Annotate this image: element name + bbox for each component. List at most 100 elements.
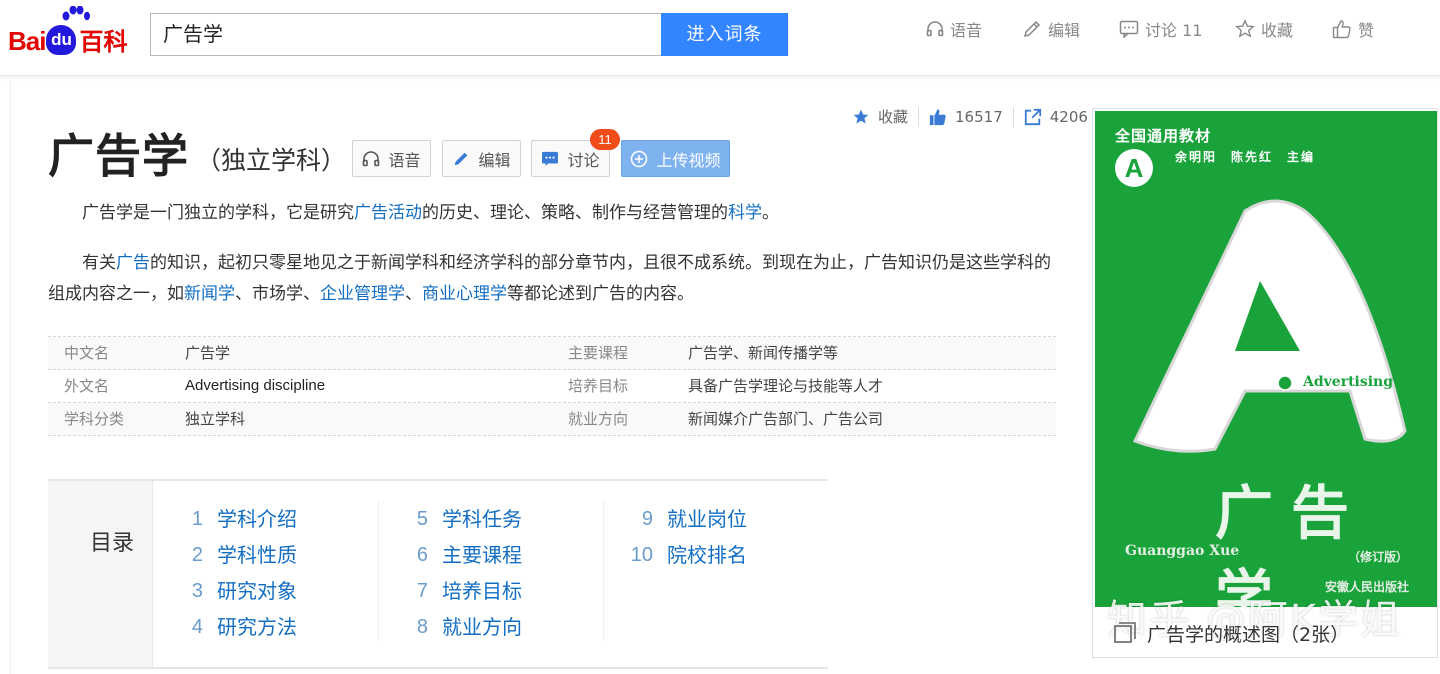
toc-link[interactable]: 就业岗位 — [667, 503, 747, 539]
star-icon — [853, 109, 869, 123]
toc-number: 4 — [191, 616, 203, 638]
tool-like[interactable]: 赞 — [1332, 16, 1392, 42]
tool-edit[interactable]: 编辑 — [1022, 16, 1119, 42]
info-value: Advertising discipline — [185, 377, 326, 394]
summary-paragraph-1: 广告学是一门独立的学科，它是研究广告活动的历史、理论、策略、制作与经营管理的科学… — [48, 198, 1056, 229]
pencil-icon — [455, 152, 468, 165]
star-icon — [1235, 19, 1255, 38]
toc-item[interactable]: 4 研究方法 — [178, 611, 297, 647]
toc-link[interactable]: 学科任务 — [442, 503, 522, 539]
enter-entry-button[interactable]: 进入词条 — [661, 13, 788, 56]
edit-button[interactable]: 编辑 — [442, 140, 521, 177]
tool-voice-label: 语音 — [950, 21, 983, 40]
toc-item[interactable]: 10 院校排名 — [628, 539, 747, 575]
link-business-management[interactable]: 企业管理学 — [320, 284, 405, 304]
picture-caption-text: 广告学的概述图（2张） — [1147, 623, 1350, 646]
toc-item[interactable]: 2 学科性质 — [178, 539, 297, 575]
book-advertising-text: Advertising — [1303, 374, 1394, 390]
voice-button[interactable]: 语音 — [352, 140, 431, 177]
info-key: 学科分类 — [64, 410, 125, 428]
toc-number: 1 — [191, 508, 203, 530]
toc-number: 2 — [191, 544, 203, 566]
edit-button-label: 编辑 — [478, 150, 511, 170]
toc-number: 3 — [191, 580, 203, 602]
page-title: 广告学 — [48, 129, 189, 183]
toc-column-divider — [378, 501, 379, 641]
toc-number: 7 — [416, 580, 428, 602]
toc-link[interactable]: 主要课程 — [442, 539, 522, 575]
stat-likes[interactable]: 16517 — [929, 108, 1003, 126]
toc-item[interactable]: 6 主要课程 — [403, 539, 522, 575]
share-icon — [1024, 108, 1041, 125]
toc-number: 5 — [416, 508, 428, 530]
toc-link[interactable]: 研究方法 — [217, 611, 297, 647]
search-input[interactable]: 广告学 — [150, 13, 662, 56]
table-of-contents: 目录 1 学科介绍 2 学科性质 3 研究对象 4 研究方法 5 学科任务 6 主要课程 7… — [48, 479, 828, 669]
headphones-icon — [363, 150, 380, 166]
info-key: 就业方向 — [568, 410, 629, 428]
toc-column-3: 9 就业岗位 10 院校排名 — [628, 503, 747, 575]
tool-favorite[interactable]: 收藏 — [1235, 16, 1332, 42]
discuss-button-label: 讨论 — [567, 150, 600, 170]
tool-edit-label: 编辑 — [1048, 21, 1081, 40]
discuss-count-badge: 11 — [590, 129, 620, 150]
stat-shares-count: 4206 — [1049, 107, 1088, 126]
toc-link[interactable]: 研究对象 — [217, 575, 297, 611]
summary-text: 的历史、理论、策略、制作与经营管理的 — [422, 203, 728, 223]
chat-icon — [542, 151, 559, 166]
paw-icon — [62, 6, 90, 21]
link-advertising[interactable]: 广告 — [116, 253, 150, 273]
toc-link[interactable]: 就业方向 — [442, 611, 522, 647]
toc-column-divider — [603, 501, 604, 641]
gallery-icon — [1114, 622, 1136, 643]
tool-favorite-label: 收藏 — [1261, 21, 1294, 40]
toc-number: 6 — [416, 544, 428, 566]
toc-item[interactable]: 1 学科介绍 — [178, 503, 297, 539]
toc-column-1: 1 学科介绍 2 学科性质 3 研究对象 4 研究方法 — [178, 503, 297, 647]
summary-picture-card[interactable]: 全国通用教材 A 余明阳 陈先红 主编 Advertising Advertis… — [1092, 108, 1438, 658]
toc-item[interactable]: 3 研究对象 — [178, 575, 297, 611]
toc-item[interactable]: 5 学科任务 — [403, 503, 522, 539]
toc-column-2: 5 学科任务 6 主要课程 7 培养目标 8 就业方向 — [403, 503, 522, 647]
logo-du-paw: du — [46, 25, 77, 55]
page-subtitle: （独立学科） — [196, 146, 347, 175]
book-revised-text: （修订版） — [1348, 550, 1409, 564]
toc-link[interactable]: 院校排名 — [667, 539, 747, 575]
stat-favorite[interactable]: 收藏 — [852, 106, 908, 127]
stat-favorite-label: 收藏 — [878, 108, 909, 126]
baidu-baike-logo[interactable]: Bai du 百科 — [8, 6, 127, 56]
stat-likes-count: 16517 — [955, 107, 1003, 126]
tool-discuss[interactable]: 讨论 11 — [1119, 16, 1235, 42]
toc-link[interactable]: 学科性质 — [217, 539, 297, 575]
link-science[interactable]: 科学 — [728, 203, 762, 223]
content-edge-line — [10, 76, 11, 674]
toc-number: 9 — [641, 508, 653, 530]
summary-text: 、市场学、 — [235, 284, 320, 304]
tool-discuss-label: 讨论 11 — [1145, 21, 1203, 40]
logo-bai-text: Bai — [8, 26, 46, 56]
header-tools: 语音 编辑 讨论 11 收藏 赞 — [926, 16, 1392, 42]
link-business-psychology[interactable]: 商业心理学 — [422, 284, 507, 304]
toc-number: 8 — [416, 616, 428, 638]
upload-video-label: 上传视频 — [656, 150, 721, 170]
summary-paragraph-2: 有关广告的知识，起初只零星地见之于新闻学科和经济学科的部分章节内，且很不成系统。… — [48, 248, 1056, 310]
toc-link[interactable]: 学科介绍 — [217, 503, 297, 539]
book-cover-image[interactable]: 全国通用教材 A 余明阳 陈先红 主编 Advertising Advertis… — [1095, 111, 1437, 607]
summary-text: 广告学是一门独立的学科，它是研究 — [82, 203, 354, 223]
summary-text: 。 — [762, 203, 779, 223]
link-advertising-activity[interactable]: 广告活动 — [354, 203, 422, 223]
picture-caption[interactable]: 广告学的概述图（2张） — [1093, 609, 1437, 657]
basic-info-row: 学科分类 独立学科 就业方向 新闻媒介广告部门、广告公司 — [48, 403, 1056, 436]
toc-link[interactable]: 培养目标 — [442, 575, 522, 611]
stat-divider — [1012, 106, 1014, 127]
toc-item[interactable]: 8 就业方向 — [403, 611, 522, 647]
info-key: 外文名 — [64, 377, 110, 395]
tool-voice[interactable]: 语音 — [926, 16, 1022, 42]
link-journalism[interactable]: 新闻学 — [184, 284, 235, 304]
stat-shares[interactable]: 4206 — [1024, 108, 1088, 126]
stat-divider — [918, 106, 920, 127]
upload-video-button[interactable]: 上传视频 — [621, 140, 730, 177]
toc-item[interactable]: 9 就业岗位 — [628, 503, 747, 539]
info-key: 中文名 — [64, 344, 110, 362]
toc-item[interactable]: 7 培养目标 — [403, 575, 522, 611]
